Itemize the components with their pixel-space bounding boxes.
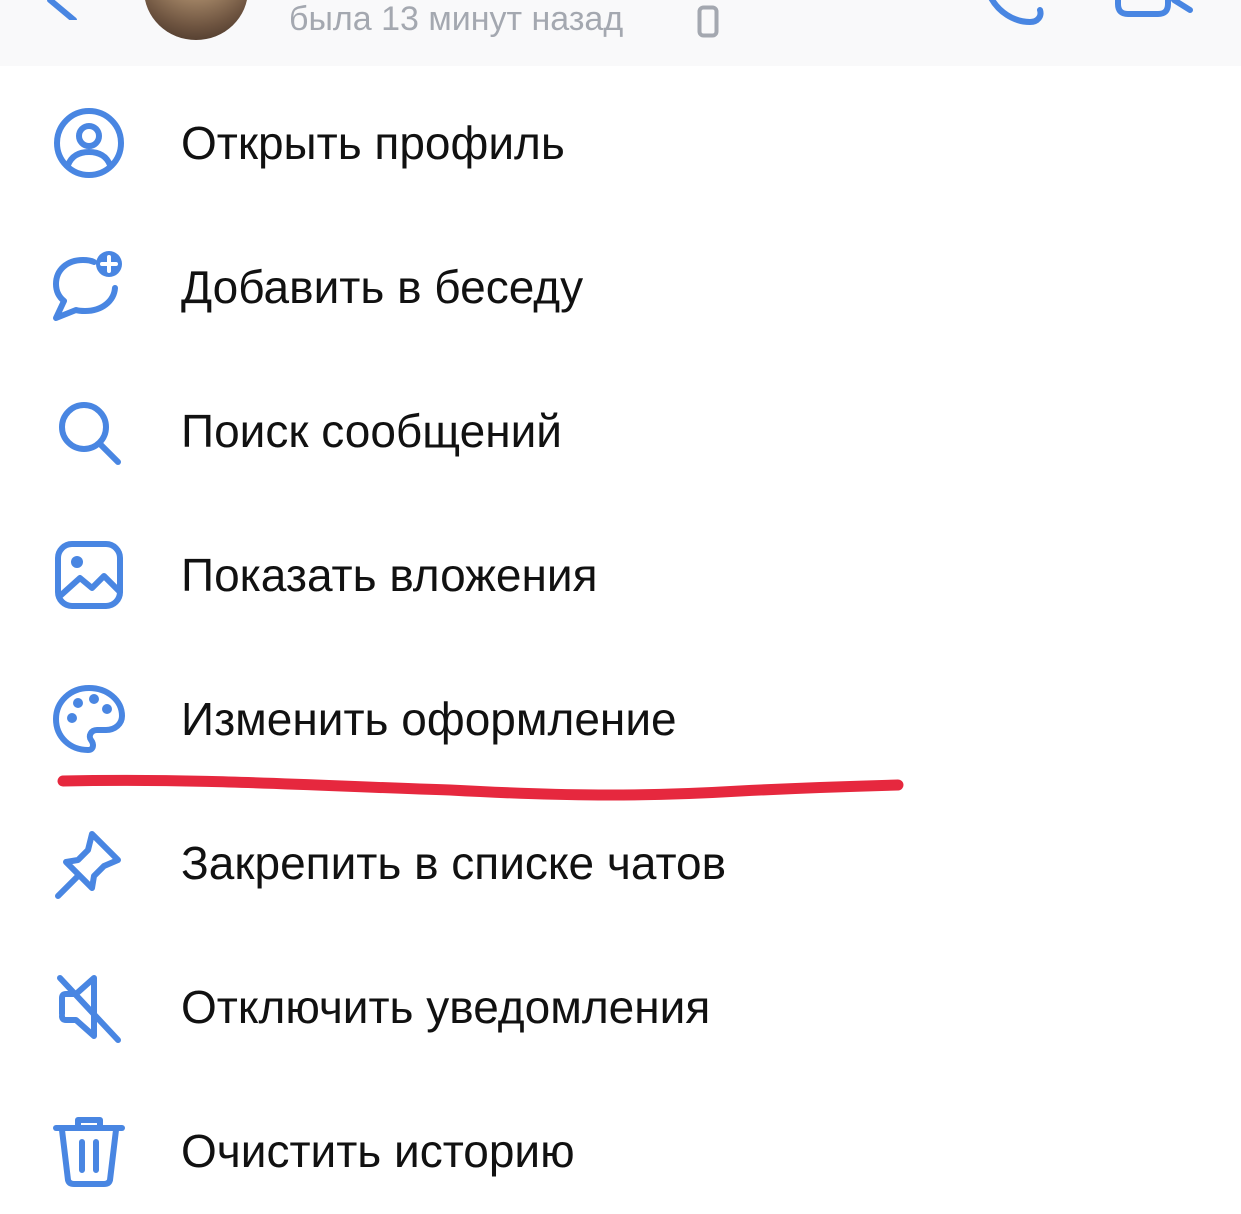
last-seen-status: была 13 минут назад — [289, 0, 624, 38]
mute-icon — [50, 970, 128, 1044]
menu-item-label: Открыть профиль — [181, 117, 565, 169]
trash-icon — [50, 1114, 128, 1188]
palette-icon — [50, 682, 128, 756]
chevron-left-icon — [47, 0, 77, 23]
chat-header: была 13 минут назад — [0, 0, 1241, 66]
back-button[interactable] — [36, 0, 86, 23]
phone-icon — [988, 0, 1044, 26]
call-button[interactable] — [980, 0, 1050, 26]
menu-item-change-theme[interactable]: Изменить оформление — [0, 646, 1241, 790]
menu-item-label: Добавить в беседу — [181, 261, 584, 313]
video-camera-icon — [1115, 0, 1193, 17]
menu-item-label: Закрепить в списке чатов — [181, 837, 727, 889]
image-icon — [50, 538, 128, 612]
pin-icon — [50, 826, 128, 900]
search-icon — [50, 394, 128, 468]
menu-item-clear-history[interactable]: Очистить историю — [0, 1078, 1241, 1214]
menu-item-label: Отключить уведомления — [181, 981, 711, 1033]
menu-item-label: Изменить оформление — [181, 693, 677, 745]
profile-icon — [50, 106, 128, 180]
menu-item-search-messages[interactable]: Поиск сообщений — [0, 358, 1241, 502]
video-call-button[interactable] — [1110, 0, 1200, 20]
menu-item-add-to-chat[interactable]: Добавить в беседу — [0, 214, 1241, 358]
avatar[interactable] — [144, 0, 248, 40]
chat-actions-screen: была 13 минут назад Открыть профиль Доба… — [0, 0, 1241, 1214]
menu-item-label: Поиск сообщений — [181, 405, 562, 457]
menu-item-pin-chat[interactable]: Закрепить в списке чатов — [0, 790, 1241, 934]
menu-item-label: Очистить историю — [181, 1125, 575, 1177]
mobile-device-icon — [697, 5, 719, 38]
menu-item-show-attachments[interactable]: Показать вложения — [0, 502, 1241, 646]
menu-item-label: Показать вложения — [181, 549, 598, 601]
menu-item-open-profile[interactable]: Открыть профиль — [0, 70, 1241, 214]
chat-add-icon — [50, 250, 128, 324]
menu-item-mute-notifications[interactable]: Отключить уведомления — [0, 934, 1241, 1078]
